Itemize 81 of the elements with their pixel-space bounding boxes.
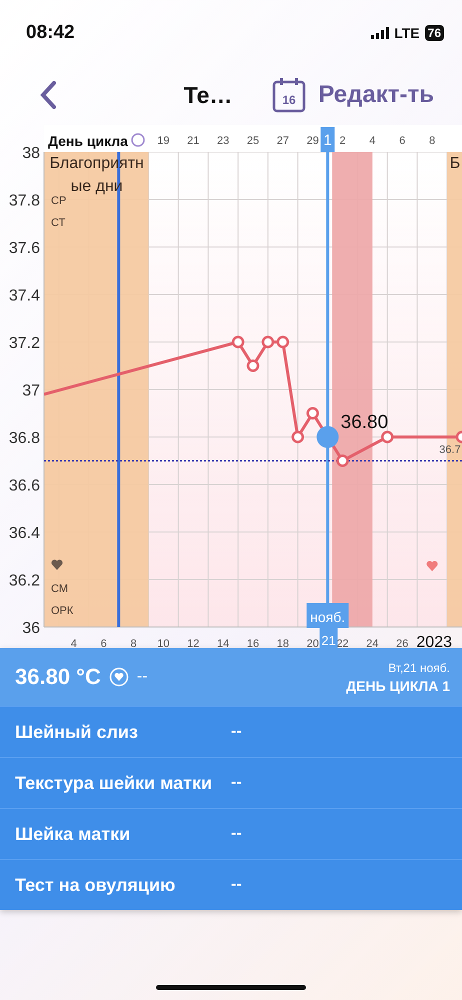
network-label: LTE	[394, 24, 420, 40]
date-label: Вт,21 нояб.	[388, 660, 450, 674]
signal-icon	[371, 26, 390, 38]
cycle-day-label: 6	[399, 135, 406, 147]
fertile-days-label: Б	[449, 154, 461, 174]
x-axis-label: 26	[396, 638, 408, 648]
x-axis-label: 12	[187, 638, 200, 648]
data-row[interactable]: Текстура шейки матки --	[0, 757, 462, 808]
cycle-day-label: 8	[429, 135, 436, 147]
month-label: нояб.	[310, 609, 346, 625]
back-icon[interactable]	[40, 81, 56, 109]
cycle-day-label: 2	[340, 135, 346, 147]
row-value: --	[231, 774, 242, 792]
temperature-point	[381, 430, 394, 444]
row-label: Шейный слиз	[15, 722, 139, 742]
cycle-day-label: 25	[246, 135, 260, 147]
cycle-day-label: 23	[217, 135, 230, 147]
temperature-point	[292, 430, 304, 444]
cycle-day-label: ДЕНЬ ЦИКЛА 1	[346, 678, 450, 694]
temperature-point	[246, 360, 260, 372]
x-axis-label: 14	[217, 638, 230, 648]
temperature-point	[456, 430, 462, 444]
row-value: --	[231, 825, 242, 843]
row-value: --	[231, 876, 242, 894]
y-axis-label: 38	[22, 145, 40, 162]
data-row[interactable]: Тест на овуляцию --	[0, 859, 462, 910]
cycle-day-label: 21	[187, 135, 200, 147]
row-value: --	[231, 723, 242, 741]
y-axis-label: 37.2	[8, 335, 40, 352]
x-axis-label: 10	[157, 638, 170, 648]
cycle-day-label: 4	[369, 135, 376, 147]
row-label: Тест на овуляцию	[15, 874, 176, 896]
year-label: 2023	[416, 634, 452, 648]
y-axis-label: 37.6	[8, 240, 40, 257]
cycle-day-label: 29	[306, 135, 319, 147]
code-label: СР	[51, 195, 66, 207]
temperature-point	[276, 336, 290, 348]
heart-icon	[426, 560, 438, 572]
x-axis-label: 18	[276, 638, 289, 648]
y-axis-label: 37.8	[8, 192, 40, 210]
temperature-point	[232, 336, 244, 348]
x-axis-label: 20	[306, 638, 319, 648]
note-value: --	[136, 668, 148, 686]
axis-title: День цикла	[48, 133, 128, 149]
cycle-day-label: 19	[157, 135, 170, 147]
y-axis-label: 36	[22, 620, 40, 637]
battery-indicator: 76	[424, 24, 444, 40]
data-row[interactable]: Шейный слиз --	[0, 706, 462, 757]
data-row[interactable]: Шейка матки --	[0, 808, 462, 859]
heart-icon	[51, 560, 63, 570]
row-label: Текстура шейки матки	[15, 772, 214, 794]
x-axis-label: 6	[100, 638, 107, 648]
selected-point	[316, 426, 339, 448]
y-axis-label: 36.8	[8, 430, 40, 447]
coverline-label: 36.7	[439, 444, 461, 456]
x-axis-label: 8	[130, 638, 137, 648]
y-axis-label: 37.4	[8, 288, 40, 304]
edit-button[interactable]: 16 Редакт-ть	[272, 77, 434, 113]
y-axis-label: 37	[22, 382, 40, 400]
cycle-day-label: 27	[276, 135, 289, 147]
temperature-value: 36.80 °C	[15, 664, 101, 690]
y-axis-label: 36.4	[8, 525, 40, 542]
temperature-point	[306, 407, 319, 420]
screen-title: Те…	[184, 82, 232, 108]
circle-icon	[131, 133, 145, 147]
code-label: ОРК	[51, 605, 74, 617]
x-axis-label: 22	[336, 638, 349, 648]
temperature-point	[262, 336, 274, 348]
temperature-point	[336, 454, 349, 467]
x-axis-label: 16	[246, 638, 260, 648]
cycle-day-tag: 1	[320, 127, 335, 152]
code-label: СМ	[51, 583, 68, 595]
y-axis-label: 36.2	[8, 572, 40, 590]
day-label: 21	[321, 633, 336, 648]
row-label: Шейка матки	[15, 824, 132, 844]
x-axis-label: 24	[366, 638, 379, 648]
y-axis-label: 36.6	[8, 478, 40, 494]
status-time: 08:42	[26, 22, 75, 44]
selected-value: 36.80	[340, 412, 388, 433]
code-label: СТ	[51, 217, 66, 229]
x-axis-label: 4	[70, 638, 77, 648]
